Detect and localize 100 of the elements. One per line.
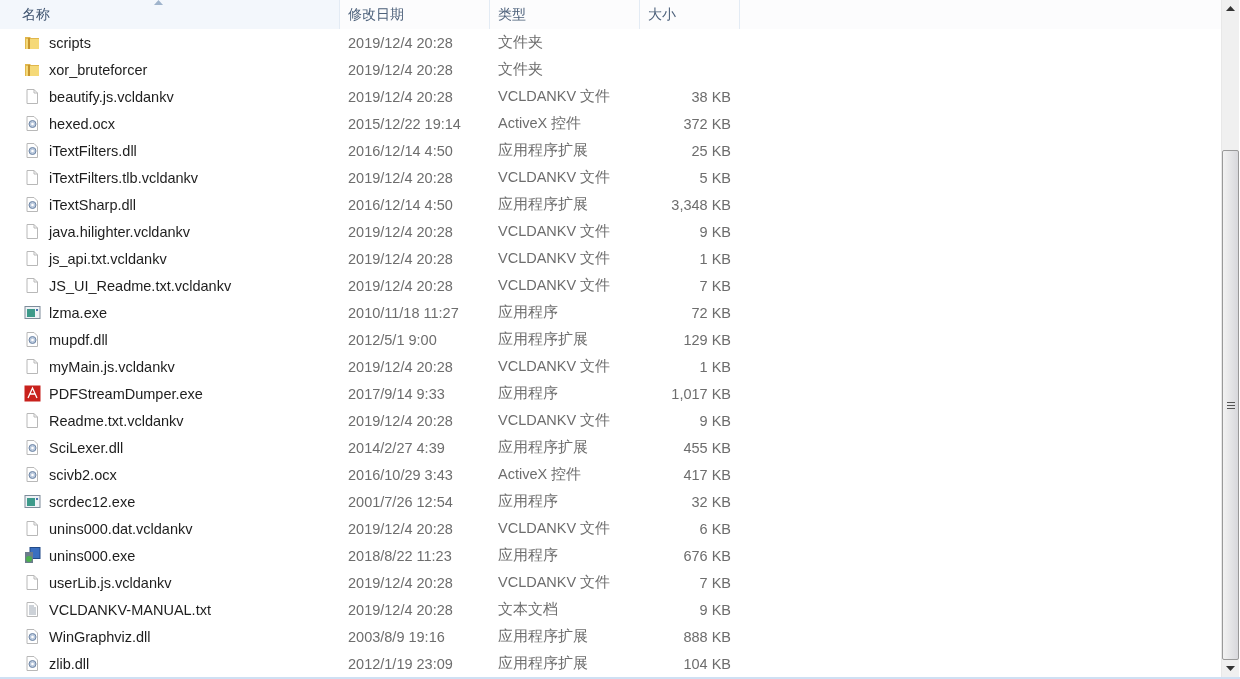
file-size: 372 KB: [683, 115, 731, 132]
file-size: 1,017 KB: [671, 385, 731, 402]
file-size: 3,348 KB: [671, 196, 731, 213]
modified-date: 2014/2/27 4:39: [348, 439, 445, 456]
document-icon: [24, 277, 41, 294]
up-arrow-icon: [1226, 6, 1235, 11]
file-type: VCLDANKV 文件: [498, 277, 611, 293]
file-name[interactable]: scripts: [49, 34, 91, 51]
file-type: 应用程序: [498, 385, 558, 401]
text-document-icon: [24, 601, 41, 618]
modified-date: 2019/12/4 20:28: [348, 574, 453, 591]
file-name[interactable]: SciLexer.dll: [49, 439, 124, 456]
file-type: VCLDANKV 文件: [498, 412, 611, 428]
gear-document-icon: [24, 196, 41, 213]
modified-date: 2018/8/22 11:23: [348, 547, 452, 564]
file-type: 应用程序: [498, 547, 558, 563]
modified-date: 2019/12/4 20:28: [348, 169, 453, 186]
file-name[interactable]: iTextFilters.dll: [49, 142, 137, 159]
modified-date: 2019/12/4 20:28: [348, 250, 453, 267]
file-type: ActiveX 控件: [498, 466, 582, 482]
file-size: 32 KB: [691, 493, 731, 510]
file-name[interactable]: java.hilighter.vcldankv: [49, 223, 191, 240]
document-icon: [24, 169, 41, 186]
modified-date: 2001/7/26 12:54: [348, 493, 453, 510]
modified-date: 2019/12/4 20:28: [348, 520, 453, 537]
modified-date: 2019/12/4 20:28: [348, 601, 453, 618]
file-type: VCLDANKV 文件: [498, 169, 611, 185]
file-name[interactable]: hexed.ocx: [49, 115, 116, 132]
modified-date: 2015/12/22 19:14: [348, 115, 461, 132]
file-name[interactable]: userLib.js.vcldankv: [49, 574, 172, 591]
window-icon: [24, 304, 41, 321]
window-icon: [24, 493, 41, 510]
folder-icon: [24, 61, 41, 78]
column-header[interactable]: 修改日期: [340, 0, 490, 29]
scrollbar[interactable]: [1221, 0, 1239, 677]
file-size: 72 KB: [691, 304, 731, 321]
file-type: 应用程序扩展: [498, 655, 588, 671]
file-name[interactable]: unins000.dat.vcldankv: [49, 520, 193, 537]
file-name[interactable]: scrdec12.exe: [49, 493, 136, 510]
sort-arrow-icon: [154, 0, 163, 5]
file-type: 文件夹: [498, 34, 543, 50]
file-size: 38 KB: [691, 88, 731, 105]
file-name[interactable]: iTextSharp.dll: [49, 196, 137, 213]
file-type: 应用程序扩展: [498, 196, 588, 212]
file-name[interactable]: lzma.exe: [49, 304, 108, 321]
file-type: 应用程序扩展: [498, 331, 588, 347]
column-header[interactable]: 大小: [640, 0, 740, 29]
modified-date: 2012/1/19 23:09: [348, 655, 453, 672]
file-type: ActiveX 控件: [498, 115, 582, 131]
column-header[interactable]: 名称: [0, 0, 340, 29]
file-size: 7 KB: [699, 574, 731, 591]
modified-date: 2019/12/4 20:28: [348, 88, 453, 105]
modified-date: 2019/12/4 20:28: [348, 223, 453, 240]
modified-date: 2019/12/4 20:28: [348, 358, 453, 375]
file-size: 676 KB: [683, 547, 731, 564]
file-name[interactable]: scivb2.ocx: [49, 466, 117, 483]
file-type: 文件夹: [498, 61, 543, 77]
file-type: 应用程序: [498, 304, 558, 320]
file-type: VCLDANKV 文件: [498, 358, 611, 374]
file-size: 888 KB: [683, 628, 731, 645]
file-name[interactable]: VCLDANKV-MANUAL.txt: [49, 601, 211, 618]
file-size: 455 KB: [683, 439, 731, 456]
file-size: 9 KB: [699, 223, 731, 240]
file-size: 6 KB: [699, 520, 731, 537]
document-icon: [24, 574, 41, 591]
modified-date: 2019/12/4 20:28: [348, 277, 453, 294]
modified-date: 2012/5/1 9:00: [348, 331, 437, 348]
file-size: 129 KB: [683, 331, 731, 348]
file-name[interactable]: WinGraphviz.dll: [49, 628, 151, 645]
document-icon: [24, 223, 41, 240]
document-icon: [24, 358, 41, 375]
file-name[interactable]: JS_UI_Readme.txt.vcldankv: [49, 277, 232, 294]
modified-date: 2019/12/4 20:28: [348, 412, 453, 429]
file-name[interactable]: unins000.exe: [49, 547, 136, 564]
file-name[interactable]: Readme.txt.vcldankv: [49, 412, 184, 429]
modified-date: 2016/10/29 3:43: [348, 466, 453, 483]
file-name[interactable]: zlib.dll: [49, 655, 90, 672]
file-name[interactable]: PDFStreamDumper.exe: [49, 385, 203, 402]
document-icon: [24, 88, 41, 105]
installer-icon: [24, 547, 41, 564]
file-size: 1 KB: [699, 250, 731, 267]
file-name[interactable]: js_api.txt.vcldankv: [49, 250, 167, 267]
modified-date: 2016/12/14 4:50: [348, 196, 453, 213]
gear-document-icon: [24, 115, 41, 132]
file-name[interactable]: beautify.js.vcldankv: [49, 88, 174, 105]
gear-document-icon: [24, 439, 41, 456]
file-name[interactable]: mupdf.dll: [49, 331, 108, 348]
file-type: VCLDANKV 文件: [498, 250, 611, 266]
file-name[interactable]: xor_bruteforcer: [49, 61, 148, 78]
file-name[interactable]: iTextFilters.tlb.vcldankv: [49, 169, 199, 186]
file-size: 104 KB: [683, 655, 731, 672]
modified-date: 2017/9/14 9:33: [348, 385, 445, 402]
down-arrow-icon: [1226, 666, 1235, 671]
modified-date: 2010/11/18 11:27: [348, 304, 459, 321]
column-header[interactable]: 类型: [490, 0, 640, 29]
modified-date: 2019/12/4 20:28: [348, 61, 453, 78]
scroll-thumb[interactable]: [1222, 150, 1239, 660]
file-type: 应用程序扩展: [498, 439, 588, 455]
file-name[interactable]: myMain.js.vcldankv: [49, 358, 175, 375]
document-icon: [24, 412, 41, 429]
